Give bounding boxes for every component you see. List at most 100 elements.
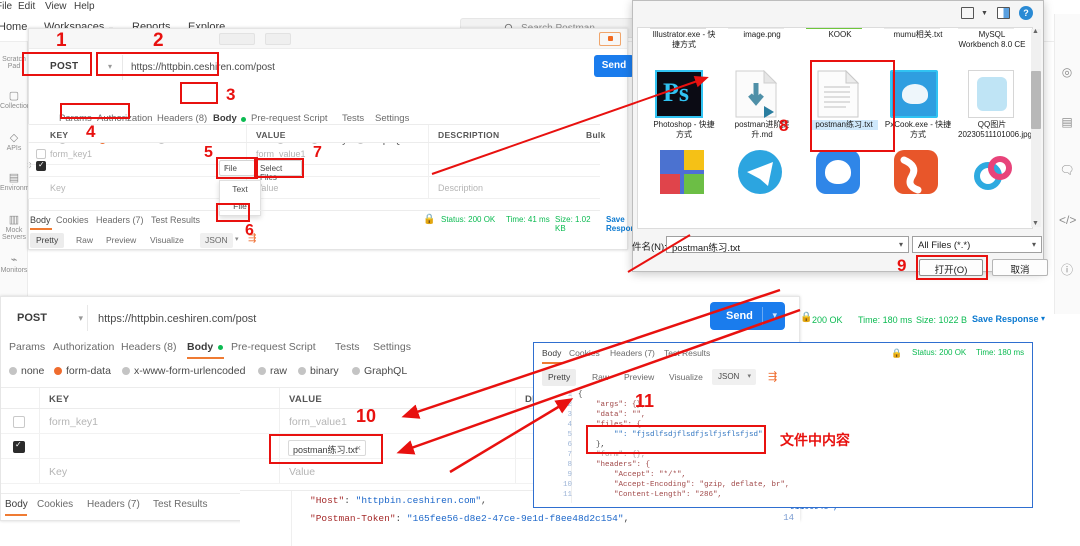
scrollbar-thumb[interactable]: [1031, 71, 1041, 129]
microsoft-office-icon[interactable]: [660, 150, 704, 194]
preview-pane-icon[interactable]: [997, 7, 1010, 19]
radio-x-www-form-urlencoded[interactable]: x-www-form-urlencoded: [122, 365, 245, 377]
cell-description-placeholder[interactable]: Description: [438, 183, 483, 193]
dropdown-option-text[interactable]: Text: [220, 181, 260, 198]
response-tab-test-results[interactable]: Test Results: [664, 348, 710, 358]
filename-input[interactable]: postman练习.txt ▾: [666, 236, 909, 254]
format-visualize[interactable]: Visualize: [669, 369, 703, 386]
menu-file[interactable]: File: [0, 1, 12, 12]
blue-rings-icon[interactable]: [972, 150, 1016, 194]
tab-settings[interactable]: Settings: [373, 341, 411, 353]
tab-tests[interactable]: Tests: [335, 341, 360, 353]
save-response-link[interactable]: Save Respon: [606, 215, 635, 233]
wrap-lines-icon[interactable]: ⇶: [768, 370, 782, 384]
dialog-scrollbar[interactable]: ▲ ▼: [1031, 28, 1041, 227]
format-type-select[interactable]: JSON ▾: [712, 369, 756, 385]
file-item-label[interactable]: mumu相关.txt: [884, 30, 952, 40]
format-preview[interactable]: Preview: [106, 233, 136, 248]
file-filter-select[interactable]: All Files (*.*) ▾: [912, 236, 1042, 253]
sidebar-item-environments[interactable]: ▤ Environments: [0, 172, 43, 192]
cell-value[interactable]: form_value1: [289, 416, 347, 428]
cancel-button[interactable]: 取消: [992, 259, 1048, 276]
cell-key-placeholder[interactable]: Key: [50, 183, 66, 193]
format-preview[interactable]: Preview: [624, 369, 654, 386]
sidebar-item-collections[interactable]: ▢ Collections: [0, 90, 34, 110]
tab-authorization[interactable]: Authorization: [53, 341, 114, 353]
response-tab-headers[interactable]: Headers (7): [87, 499, 140, 510]
scroll-down-icon[interactable]: ▼: [1032, 220, 1039, 227]
response-tab-headers[interactable]: Headers (7): [610, 348, 655, 358]
format-pretty[interactable]: Pretty: [542, 369, 577, 386]
tab-body[interactable]: Body: [213, 113, 237, 124]
cell-value-placeholder[interactable]: Value: [289, 466, 315, 478]
tab-params[interactable]: Params: [9, 341, 45, 353]
tab-tests[interactable]: Tests: [342, 113, 364, 124]
chevron-down-icon[interactable]: ▾: [1032, 240, 1036, 249]
document-icon[interactable]: ▤: [1059, 114, 1075, 130]
format-raw[interactable]: Raw: [76, 233, 93, 248]
format-type-select[interactable]: JSON: [200, 233, 233, 248]
view-layout-icon[interactable]: [961, 7, 974, 19]
file-item-label[interactable]: MySQL Workbench 8.0 CE: [958, 30, 1026, 49]
sidebar-item-mock-servers[interactable]: ▥ Mock Servers: [0, 214, 28, 241]
response-tab-cookies[interactable]: Cookies: [37, 499, 73, 510]
help-icon[interactable]: ?: [1019, 6, 1033, 20]
format-visualize[interactable]: Visualize: [150, 233, 184, 248]
eye-icon[interactable]: ◎: [1059, 64, 1075, 80]
file-item-label[interactable]: image.png: [728, 30, 796, 40]
tab-headers[interactable]: Headers (8): [121, 341, 176, 353]
chevron-down-icon[interactable]: ▼: [981, 10, 988, 17]
tab-pre-request-script[interactable]: Pre-request Script: [231, 341, 316, 353]
save-response-link[interactable]: Save Response: [972, 314, 1039, 324]
response-tab-body[interactable]: Body: [542, 348, 561, 358]
radio-form-data[interactable]: form-data: [54, 365, 111, 377]
drag-handle-icon[interactable]: ⇳: [26, 161, 33, 170]
response-tab-headers[interactable]: Headers (7): [96, 215, 144, 225]
cat-app-icon[interactable]: [816, 150, 860, 194]
row-checkbox[interactable]: [13, 440, 25, 453]
menu-edit[interactable]: Edit: [18, 1, 35, 12]
info-icon[interactable]: ⓘ: [1059, 262, 1075, 278]
tab-headers[interactable]: Headers (8): [157, 113, 207, 124]
response-tab-test-results[interactable]: Test Results: [153, 499, 207, 510]
scroll-up-icon[interactable]: ▲: [1032, 28, 1039, 35]
nav-home[interactable]: Home: [0, 21, 27, 33]
send-button-bottom[interactable]: Send ▾: [710, 302, 785, 330]
illustrator-shortcut-icon[interactable]: Ps: [655, 70, 703, 118]
sidebar-item-monitors[interactable]: ⌁ Monitors: [0, 254, 28, 274]
telegram-icon[interactable]: [738, 150, 782, 194]
sidebar-item-apis[interactable]: ◇ APIs: [0, 132, 28, 152]
row-checkbox[interactable]: [13, 416, 25, 428]
send-button-top[interactable]: Send: [594, 55, 634, 77]
format-pretty[interactable]: Pretty: [30, 233, 65, 248]
tab-settings[interactable]: Settings: [375, 113, 409, 124]
http-method-select-bottom[interactable]: POST ▾: [11, 305, 87, 331]
file-item-label[interactable]: Illustrator.exe - 快捷方式: [650, 30, 718, 49]
file-item-label[interactable]: QQ图片20230511101006.jpg: [958, 120, 1032, 139]
format-raw[interactable]: Raw: [592, 369, 609, 386]
code-icon[interactable]: </>: [1059, 212, 1076, 228]
response-tab-test-results[interactable]: Test Results: [151, 215, 200, 225]
save-indicator-icon[interactable]: [599, 32, 621, 46]
radio-binary[interactable]: binary: [298, 365, 339, 377]
cell-key[interactable]: form_key1: [49, 416, 98, 428]
radio-graphql[interactable]: GraphQL: [352, 365, 407, 377]
mysql-workbench-icon[interactable]: [968, 70, 1014, 118]
orange-app-icon[interactable]: [894, 150, 938, 194]
response-tab-body[interactable]: Body: [5, 499, 28, 510]
response-tab-cookies[interactable]: Cookies: [569, 348, 600, 358]
chevron-down-icon[interactable]: ▾: [899, 240, 903, 249]
image-file-icon[interactable]: [734, 70, 778, 118]
cell-key-placeholder[interactable]: Key: [49, 466, 67, 478]
file-item-label[interactable]: KOOK: [806, 30, 874, 40]
response-tab-body[interactable]: Body: [30, 215, 51, 225]
url-input-bottom[interactable]: https://httpbin.ceshiren.com/post: [87, 305, 687, 331]
radio-none[interactable]: none: [9, 365, 44, 377]
response-tab-cookies[interactable]: Cookies: [56, 215, 89, 225]
radio-raw[interactable]: raw: [258, 365, 287, 377]
comment-icon[interactable]: 🗨: [1059, 162, 1075, 178]
tab-body[interactable]: Body: [187, 341, 213, 353]
mumu-txt-icon[interactable]: [890, 70, 938, 118]
menu-help[interactable]: Help: [74, 1, 95, 12]
menu-view[interactable]: View: [45, 1, 67, 12]
